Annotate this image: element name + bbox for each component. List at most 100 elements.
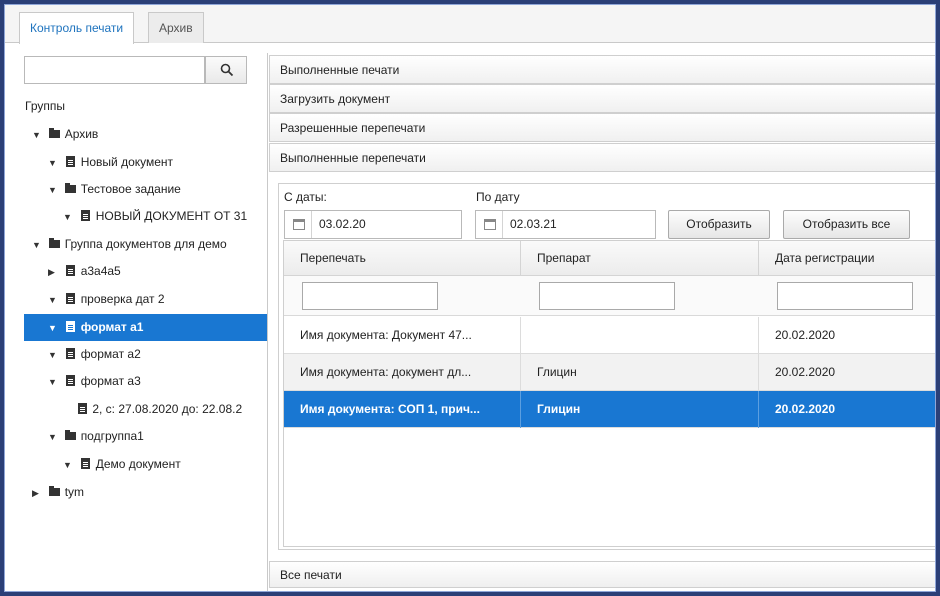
tree-node-label: подгруппа1 [80, 429, 144, 443]
caret-down-icon[interactable]: ▼ [32, 122, 44, 149]
caret-down-icon[interactable]: ▼ [48, 315, 60, 342]
column-header-registration-date[interactable]: Дата регистрации [759, 241, 935, 276]
tree-node[interactable]: ▼ Демо документ [63, 451, 181, 478]
tab-bar: Контроль печати Архив [5, 5, 935, 44]
caret-down-icon[interactable]: ▼ [63, 204, 75, 231]
tree-node[interactable]: ▼ формат а3 [48, 368, 141, 395]
tree-node[interactable]: 2, с: 27.08.2020 до: 22.08.2 [75, 396, 242, 423]
caret-right-icon[interactable]: ▶ [48, 259, 60, 286]
groups-tree: ▼ Архив ▼ Новый документ ▼ Тестовое зада… [24, 121, 267, 521]
calendar-button[interactable] [285, 211, 312, 238]
caret-down-icon[interactable]: ▼ [48, 150, 60, 177]
cell-reprint: Имя документа: Документ 47... [284, 317, 521, 354]
to-date-label: По дату [476, 190, 520, 204]
folder-icon [48, 237, 60, 248]
tree-node-label: Демо документ [95, 457, 181, 471]
document-icon [65, 375, 75, 387]
reprints-table: Перепечать Препарат Дата регистрации Имя… [283, 240, 935, 547]
from-date-label: С даты: [284, 190, 327, 204]
to-date-value[interactable]: 02.03.21 [510, 211, 557, 238]
document-icon [65, 265, 75, 277]
document-icon [65, 156, 75, 168]
filter-drug-input[interactable] [539, 282, 675, 310]
caret-down-icon[interactable]: ▼ [48, 424, 60, 451]
table-row-selected[interactable]: Имя документа: СОП 1, прич... Глицин 20.… [284, 391, 935, 428]
accordion-completed-prints[interactable]: Выполненные печати [269, 55, 935, 84]
to-date-field[interactable]: 02.03.21 [475, 210, 656, 239]
tree-node-selected[interactable]: ▼ формат а1 [24, 314, 267, 341]
caret-down-icon[interactable]: ▼ [32, 232, 44, 259]
folder-icon [64, 429, 76, 440]
tree-node[interactable]: ▼ Группа документов для демо [32, 231, 227, 258]
tree-node[interactable]: ▼ проверка дат 2 [48, 286, 165, 313]
from-date-field[interactable]: 03.02.20 [284, 210, 462, 239]
tab-print-control[interactable]: Контроль печати [19, 12, 135, 44]
table-row[interactable]: Имя документа: документ дл... Глицин 20.… [284, 354, 935, 391]
cell-date: 20.02.2020 [775, 365, 836, 379]
tree-node[interactable]: ▼ Новый документ [48, 149, 173, 176]
cell-drug [521, 317, 759, 354]
accordion-upload-document[interactable]: Загрузить документ [269, 84, 935, 113]
tree-node[interactable]: ▼ НОВЫЙ ДОКУМЕНТ ОТ 31 [63, 203, 247, 230]
groups-label: Группы [25, 99, 65, 113]
panel-divider[interactable] [267, 53, 268, 591]
table-row[interactable]: Имя документа: Документ 47... 20.02.2020 [284, 317, 935, 354]
caret-down-icon[interactable]: ▼ [63, 452, 75, 479]
document-icon [80, 458, 90, 470]
document-icon [65, 293, 75, 305]
app-window: Контроль печати Архив Группы ▼ Архив ▼ Н… [4, 4, 936, 592]
tab-archive[interactable]: Архив [148, 12, 204, 43]
accordion-all-prints[interactable]: Все печати [269, 561, 935, 588]
tree-node[interactable]: ▶ а3а4а5 [48, 258, 121, 285]
cell-reprint: Имя документа: документ дл... [284, 354, 521, 391]
document-icon [65, 321, 75, 333]
document-icon [80, 210, 90, 222]
document-icon [77, 403, 87, 415]
tree-node-label: формат а3 [80, 374, 141, 388]
tree-node-label: Новый документ [80, 155, 174, 169]
cell-date: 20.02.2020 [775, 328, 836, 342]
folder-icon [48, 485, 60, 496]
cell-drug: Глицин [521, 391, 759, 428]
filter-row [284, 276, 935, 316]
tree-node[interactable]: ▼ Архив [32, 121, 98, 148]
folder-icon [48, 127, 60, 138]
calendar-icon [293, 219, 305, 230]
caret-down-icon[interactable]: ▼ [48, 177, 60, 204]
calendar-icon [484, 219, 496, 230]
caret-down-icon[interactable]: ▼ [48, 342, 60, 369]
tree-node-label: Тестовое задание [80, 182, 181, 196]
accordion-completed-reprints[interactable]: Выполненные перепечати [269, 143, 935, 172]
tree-node[interactable]: ▼ подгруппа1 [48, 423, 144, 450]
column-header-reprint[interactable]: Перепечать [284, 241, 521, 276]
tree-node-label: Архив [64, 127, 99, 141]
folder-icon [64, 182, 76, 193]
tree-node[interactable]: ▼ формат а2 [48, 341, 141, 368]
cell-reprint: Имя документа: СОП 1, прич... [284, 391, 521, 428]
calendar-button[interactable] [476, 211, 503, 238]
tree-node[interactable]: ▶ tym [32, 479, 84, 506]
search-icon [220, 63, 234, 77]
column-header-drug[interactable]: Препарат [521, 241, 759, 276]
reprints-panel: С даты: По дату 03.02.20 02.03.21 Отобра… [278, 183, 935, 550]
tree-node[interactable]: ▼ Тестовое задание [48, 176, 181, 203]
search-button[interactable] [205, 56, 247, 84]
show-all-button[interactable]: Отобразить все [783, 210, 910, 239]
filter-date-input[interactable] [777, 282, 913, 310]
tree-node-label: tym [64, 485, 85, 499]
caret-right-icon[interactable]: ▶ [32, 480, 44, 507]
caret-down-icon[interactable]: ▼ [48, 287, 60, 314]
from-date-value[interactable]: 03.02.20 [319, 211, 366, 238]
search-input[interactable] [24, 56, 205, 84]
tree-node-label: а3а4а5 [80, 264, 121, 278]
show-button[interactable]: Отобразить [668, 210, 770, 239]
tree-node-label: проверка дат 2 [80, 292, 165, 306]
accordion-allowed-reprints[interactable]: Разрешенные перепечати [269, 113, 935, 142]
tree-node-label: НОВЫЙ ДОКУМЕНТ ОТ 31 [95, 209, 248, 223]
filter-reprint-input[interactable] [302, 282, 438, 310]
tree-node-label: формат а1 [80, 320, 144, 334]
document-icon [65, 348, 75, 360]
tree-node-label: 2, с: 27.08.2020 до: 22.08.2 [92, 402, 243, 416]
cell-drug: Глицин [521, 354, 759, 391]
caret-down-icon[interactable]: ▼ [48, 369, 60, 396]
